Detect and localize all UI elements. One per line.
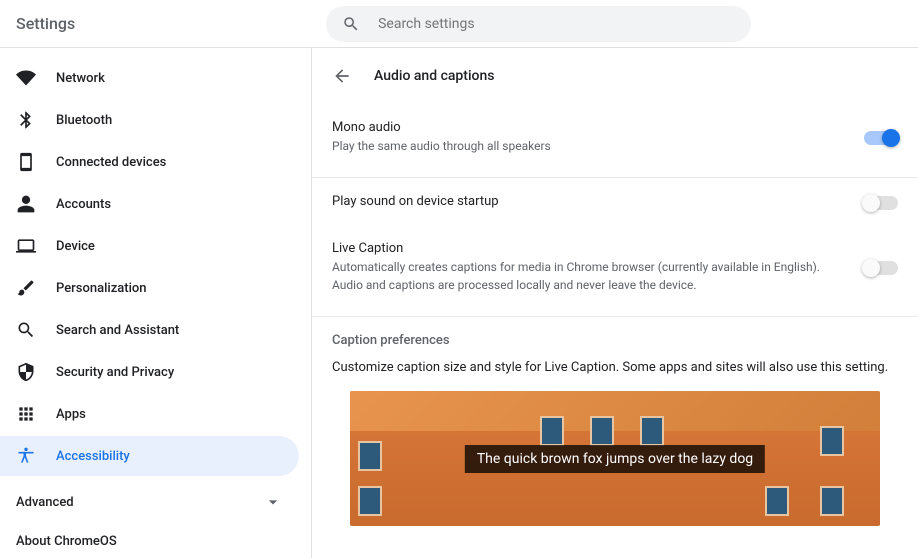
person-icon xyxy=(16,194,36,214)
sidebar-item-label: Search and Assistant xyxy=(56,323,179,338)
laptop-icon xyxy=(16,236,36,256)
caption-sample-text: The quick brown fox jumps over the lazy … xyxy=(465,445,765,473)
search-input[interactable] xyxy=(378,16,735,32)
accessibility-icon xyxy=(16,446,36,466)
page-title: Audio and captions xyxy=(374,68,494,84)
sidebar-item-apps[interactable]: Apps xyxy=(0,394,299,434)
sidebar-item-device[interactable]: Device xyxy=(0,226,299,266)
brush-icon xyxy=(16,278,36,298)
wifi-icon xyxy=(16,68,36,88)
sidebar-item-label: Accounts xyxy=(56,197,111,212)
sidebar-item-label: Security and Privacy xyxy=(56,365,174,380)
sidebar-item-connected[interactable]: Connected devices xyxy=(0,142,299,182)
caption-preview: The quick brown fox jumps over the lazy … xyxy=(350,391,880,526)
startup-title: Play sound on device startup xyxy=(332,194,834,209)
sidebar-item-network[interactable]: Network xyxy=(0,58,299,98)
sidebar-item-accounts[interactable]: Accounts xyxy=(0,184,299,224)
setting-startup: Play sound on device startup xyxy=(312,178,918,225)
sidebar-item-search[interactable]: Search and Assistant xyxy=(0,310,299,350)
sidebar-about[interactable]: About ChromeOS xyxy=(0,522,299,549)
startup-toggle[interactable] xyxy=(864,196,898,210)
sidebar-item-personalization[interactable]: Personalization xyxy=(0,268,299,308)
search-wrap xyxy=(175,6,902,42)
caption-heading: Caption preferences xyxy=(332,333,898,348)
page-header: Audio and captions xyxy=(312,48,918,104)
setting-live-caption: Live Caption Automatically creates capti… xyxy=(312,225,918,317)
caption-preferences: Caption preferences Customize caption si… xyxy=(312,317,918,542)
sidebar-item-label: Accessibility xyxy=(56,449,130,464)
sidebar-item-bluetooth[interactable]: Bluetooth xyxy=(0,100,299,140)
back-arrow-icon[interactable] xyxy=(332,66,352,86)
sidebar-item-label: Network xyxy=(56,71,105,86)
apps-icon xyxy=(16,404,36,424)
main-content: Audio and captions Mono audio Play the s… xyxy=(312,48,918,558)
sidebar-item-label: Apps xyxy=(56,407,86,422)
shield-icon xyxy=(16,362,36,382)
chevron-down-icon xyxy=(263,492,283,512)
mono-title: Mono audio xyxy=(332,120,834,135)
mono-toggle[interactable] xyxy=(864,131,898,145)
live-toggle[interactable] xyxy=(864,261,898,275)
sidebar-item-label: Bluetooth xyxy=(56,113,112,128)
bluetooth-icon xyxy=(16,110,36,130)
search-box[interactable] xyxy=(326,6,751,42)
sidebar-item-accessibility[interactable]: Accessibility xyxy=(0,436,299,476)
sidebar-item-label: Connected devices xyxy=(56,155,166,170)
search-icon xyxy=(342,15,360,33)
sidebar-advanced[interactable]: Advanced xyxy=(0,482,299,522)
sidebar-item-label: Device xyxy=(56,239,95,254)
app-title: Settings xyxy=(16,14,75,33)
phone-icon xyxy=(16,152,36,172)
setting-mono: Mono audio Play the same audio through a… xyxy=(312,104,918,178)
search-assistant-icon xyxy=(16,320,36,340)
caption-desc: Customize caption size and style for Liv… xyxy=(332,360,898,375)
text-size-row: Text size Medium (Recommended) xyxy=(312,542,918,558)
live-desc: Automatically creates captions for media… xyxy=(332,258,834,294)
sidebar: Network Bluetooth Connected devices Acco… xyxy=(0,48,312,558)
live-title: Live Caption xyxy=(332,241,834,256)
mono-desc: Play the same audio through all speakers xyxy=(332,137,834,155)
advanced-label: Advanced xyxy=(16,495,74,510)
sidebar-item-security[interactable]: Security and Privacy xyxy=(0,352,299,392)
sidebar-item-label: Personalization xyxy=(56,281,147,296)
app-header: Settings xyxy=(0,0,918,48)
